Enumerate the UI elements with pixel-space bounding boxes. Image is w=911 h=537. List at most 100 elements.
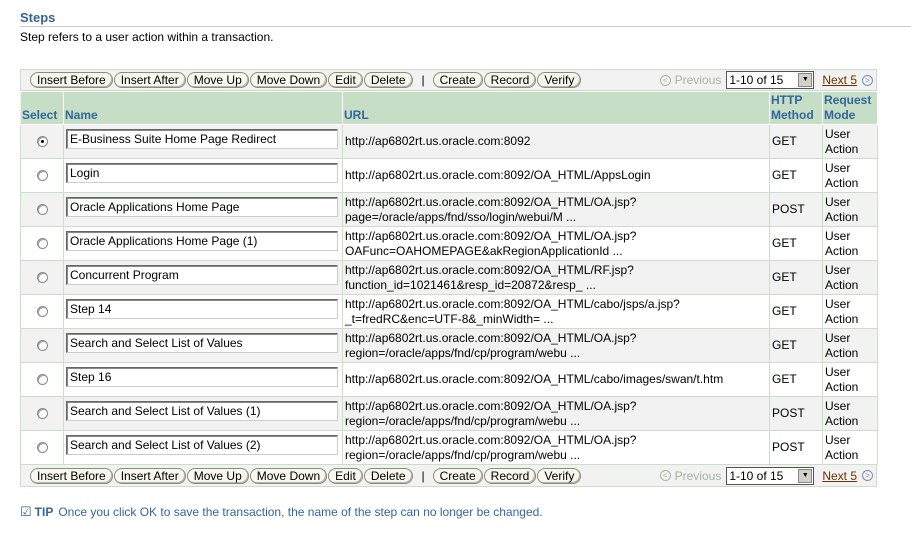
select-radio[interactable] — [36, 170, 48, 182]
step-name-input[interactable] — [66, 162, 338, 183]
move-down-button-bottom[interactable]: Move Down — [249, 467, 328, 484]
record-button-bottom[interactable]: Record — [483, 467, 537, 484]
request-mode-line2: Action — [825, 141, 859, 156]
delete-button-bottom[interactable]: Delete — [363, 467, 413, 484]
request-mode-cell: User Action — [822, 430, 878, 465]
step-name-input[interactable] — [66, 434, 338, 455]
record-button[interactable]: Record — [483, 72, 537, 88]
request-mode-cell: User Action — [822, 328, 878, 363]
url-line1: http://ap6802rt.us.oracle.com:8092/OA_HT… — [345, 262, 634, 277]
step-name-input[interactable] — [66, 400, 338, 421]
table-row: http://ap6802rt.us.oracle.com:8092/OA_HT… — [20, 226, 878, 261]
select-radio[interactable] — [36, 306, 48, 318]
previous-label: Previous — [674, 73, 722, 87]
insert-after-button[interactable]: Insert After — [113, 72, 186, 88]
column-header-url: URL — [342, 91, 770, 125]
steps-table-region: Insert Before Insert After Move Up Move … — [20, 69, 878, 487]
request-mode-cell: User Action — [822, 192, 878, 227]
request-mode-line2: Action — [825, 277, 859, 292]
request-mode-cell: User Action — [822, 294, 878, 329]
request-mode-line1: User — [825, 126, 851, 141]
select-cell — [20, 124, 64, 159]
request-mode-line1: User — [825, 194, 851, 209]
step-name-input[interactable] — [66, 196, 338, 217]
name-cell — [63, 430, 343, 465]
select-radio[interactable] — [36, 238, 48, 250]
table-row: http://ap6802rt.us.oracle.com:8092/OA_HT… — [20, 430, 878, 465]
request-mode-line1: User — [825, 364, 851, 379]
tip-label: TIP — [34, 505, 54, 519]
url-cell: http://ap6802rt.us.oracle.com:8092/OA_HT… — [342, 158, 770, 193]
name-cell — [63, 124, 343, 159]
request-mode-line2: Action — [825, 345, 859, 360]
name-cell — [63, 396, 343, 431]
select-radio[interactable] — [36, 340, 48, 352]
step-name-input[interactable] — [66, 298, 338, 319]
delete-button[interactable]: Delete — [363, 72, 413, 88]
insert-after-button-bottom[interactable]: Insert After — [113, 467, 186, 484]
request-mode-line1: User — [825, 228, 851, 243]
range-select-bottom[interactable]: 1-10 of 15 ▼ — [726, 466, 815, 485]
url-cell: http://ap6802rt.us.oracle.com:8092/OA_HT… — [342, 430, 770, 465]
url-line1: http://ap6802rt.us.oracle.com:8092/OA_HT… — [345, 372, 724, 386]
steps-header: Steps Step refers to a user action withi… — [20, 10, 911, 44]
select-radio[interactable] — [36, 374, 48, 386]
next-arrow-icon[interactable]: > — [862, 74, 873, 86]
url-line1: http://ap6802rt.us.oracle.com:8092/OA_HT… — [345, 228, 637, 243]
http-method-cell: GET — [769, 158, 823, 193]
select-radio[interactable] — [36, 204, 48, 216]
tip-message: ☑ TIP Once you click OK to save the tran… — [20, 504, 543, 520]
next-arrow-icon[interactable]: > — [862, 470, 873, 481]
request-mode-line2: Action — [825, 447, 859, 462]
select-radio[interactable] — [36, 272, 48, 284]
select-cell — [20, 260, 64, 295]
table-row: http://ap6802rt.us.oracle.com:8092/OA_HT… — [20, 396, 878, 431]
insert-before-button-bottom[interactable]: Insert Before — [30, 467, 113, 484]
select-radio[interactable] — [36, 442, 48, 454]
step-name-input[interactable] — [66, 264, 338, 285]
select-radio[interactable] — [36, 408, 48, 420]
request-mode-cell: User Action — [822, 260, 878, 295]
url-line2: OAFunc=OAHOMEPAGE&akRegionApplicationId … — [345, 243, 623, 258]
verify-button-bottom[interactable]: Verify — [537, 467, 582, 484]
column-header-request-mode: Request Mode — [822, 91, 878, 125]
edit-button-bottom[interactable]: Edit — [328, 467, 363, 484]
range-select[interactable]: 1-10 of 15 ▼ — [726, 71, 815, 89]
next-link-bottom[interactable]: Next 5 — [822, 469, 857, 483]
url-line2: function_id=1021461&resp_id=20872&resp_ … — [345, 277, 596, 292]
http-method-cell: POST — [769, 192, 823, 227]
section-title: Steps — [20, 10, 911, 27]
name-cell — [63, 192, 343, 227]
request-mode-line1: User — [825, 296, 851, 311]
name-cell — [63, 362, 343, 397]
url-cell: http://ap6802rt.us.oracle.com:8092/OA_HT… — [342, 328, 770, 363]
http-method-cell: GET — [769, 124, 823, 159]
verify-button[interactable]: Verify — [537, 72, 582, 88]
create-button-bottom[interactable]: Create — [432, 467, 483, 484]
create-button[interactable]: Create — [432, 72, 483, 88]
dropdown-arrow-icon[interactable]: ▼ — [798, 73, 813, 87]
dropdown-arrow-icon[interactable]: ▼ — [798, 468, 813, 483]
url-line1: http://ap6802rt.us.oracle.com:8092/OA_HT… — [345, 194, 637, 209]
next-link[interactable]: Next 5 — [822, 73, 857, 87]
step-name-input[interactable] — [66, 366, 338, 387]
url-line2: region=/oracle/apps/fnd/cp/program/webu … — [345, 345, 581, 360]
select-cell — [20, 226, 64, 261]
step-name-input[interactable] — [66, 230, 338, 251]
insert-before-button[interactable]: Insert Before — [30, 72, 113, 88]
step-name-input[interactable] — [66, 332, 338, 353]
edit-button[interactable]: Edit — [328, 72, 363, 88]
request-mode-line2: Mode — [824, 108, 856, 122]
http-method-cell: GET — [769, 260, 823, 295]
select-radio[interactable] — [36, 136, 48, 148]
table-row: http://ap6802rt.us.oracle.com:8092/OA_HT… — [20, 158, 878, 193]
request-mode-cell: User Action — [822, 158, 878, 193]
request-mode-cell: User Action — [822, 362, 878, 397]
move-up-button[interactable]: Move Up — [186, 72, 249, 88]
step-name-input[interactable] — [66, 128, 338, 149]
move-down-button[interactable]: Move Down — [249, 72, 328, 88]
range-select-value: 1-10 of 15 — [729, 73, 784, 87]
name-cell — [63, 260, 343, 295]
move-up-button-bottom[interactable]: Move Up — [186, 467, 249, 484]
request-mode-line2: Action — [825, 413, 859, 428]
